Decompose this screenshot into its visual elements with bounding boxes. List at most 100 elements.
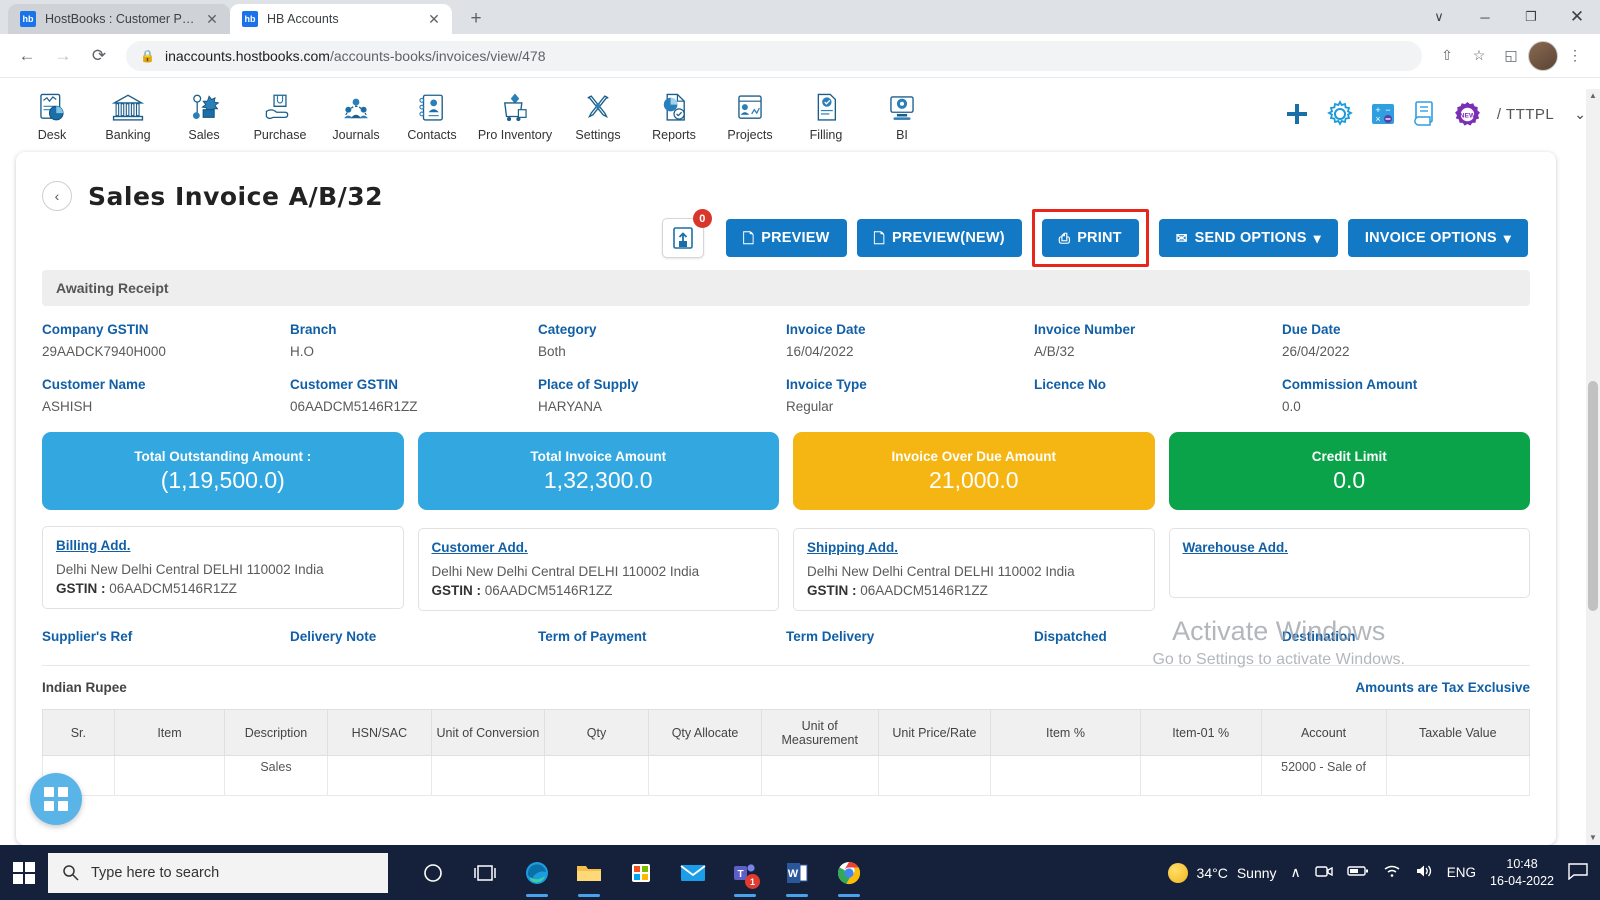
share-icon[interactable]: ⇧ <box>1432 41 1462 71</box>
address-title[interactable]: Customer Add. <box>432 540 766 555</box>
file-explorer-icon[interactable] <box>566 845 612 900</box>
bookmark-star-icon[interactable]: ☆ <box>1464 41 1494 71</box>
nav-item-filling[interactable]: Filling <box>788 87 864 142</box>
scrollbar-thumb[interactable] <box>1588 381 1598 611</box>
task-view-icon[interactable] <box>462 845 508 900</box>
windows-start-icon <box>13 861 35 884</box>
preview-button[interactable]: 🗋 PREVIEW <box>725 219 847 257</box>
sales-icon <box>192 94 220 119</box>
notes-icon[interactable] <box>1412 100 1438 128</box>
grid-menu-fab[interactable] <box>30 773 82 825</box>
browser-tab-hb-accounts[interactable]: hb HB Accounts ✕ <box>230 4 452 34</box>
chrome-menu-icon[interactable]: ⋮ <box>1560 41 1590 71</box>
nav-item-sales[interactable]: Sales <box>166 87 242 142</box>
address-title[interactable]: Shipping Add. <box>807 540 1141 555</box>
language-indicator[interactable]: ENG <box>1447 865 1476 880</box>
col-qty-allocate[interactable]: Qty Allocate <box>648 709 762 756</box>
show-hidden-icons-chevron[interactable]: ∧ <box>1291 864 1301 881</box>
col-item[interactable]: Item <box>113 709 226 756</box>
col-item-percent[interactable]: Item % <box>990 709 1141 756</box>
volume-icon[interactable] <box>1415 863 1433 882</box>
forward-icon[interactable]: → <box>46 39 80 73</box>
minimize-button[interactable]: ─ <box>1462 0 1508 34</box>
gear-icon[interactable] <box>1326 100 1354 128</box>
preview-button-label: PREVIEW <box>761 230 830 246</box>
col-description[interactable]: Description <box>224 709 328 756</box>
col-hsn-sac[interactable]: HSN/SAC <box>326 709 433 756</box>
organization-name[interactable]: / TTTPL <box>1497 106 1554 123</box>
tab-search-icon[interactable]: ∨ <box>1416 0 1462 34</box>
mail-icon[interactable] <box>670 845 716 900</box>
nav-item-settings[interactable]: Settings <box>560 87 636 142</box>
nav-item-banking[interactable]: Banking <box>90 87 166 142</box>
chrome-icon[interactable] <box>826 845 872 900</box>
col-unit-of-conversion[interactable]: Unit of Conversion <box>431 709 545 756</box>
field-value: H.O <box>290 344 315 359</box>
gstin-value: 06AADCM5146R1ZZ <box>109 581 237 596</box>
taskbar-search-input[interactable]: Type here to search <box>48 852 388 893</box>
send-options-button[interactable]: ✉ SEND OPTIONS ▾ <box>1158 219 1338 257</box>
notification-icon[interactable] <box>1568 862 1588 883</box>
cortana-icon[interactable] <box>410 845 456 900</box>
microsoft-store-icon[interactable] <box>618 845 664 900</box>
cell-qty-allocate <box>648 755 762 796</box>
field-term-of-payment: Term of Payment <box>538 629 786 651</box>
plus-icon[interactable] <box>1284 101 1310 127</box>
avatar[interactable] <box>1528 40 1558 71</box>
chevron-down-icon[interactable]: ⌄ <box>1574 106 1586 123</box>
col-unit-price-rate[interactable]: Unit Price/Rate <box>877 709 992 756</box>
new-badge-icon[interactable]: NEW <box>1454 101 1481 128</box>
address-title[interactable]: Warehouse Add. <box>1183 540 1517 555</box>
address-bar[interactable]: 🔒 inaccounts.hostbooks.com/accounts-book… <box>126 40 1422 71</box>
teams-icon[interactable]: T 1 <box>722 845 768 900</box>
col-sr[interactable]: Sr. <box>42 709 115 756</box>
col-account[interactable]: Account <box>1260 709 1387 756</box>
nav-item-reports[interactable]: Reports <box>636 87 712 142</box>
side-panel-icon[interactable]: ◱ <box>1496 41 1526 71</box>
back-icon[interactable]: ← <box>10 39 44 73</box>
taskbar-clock[interactable]: 10:48 16-04-2022 <box>1490 856 1554 890</box>
col-unit-of-measurement[interactable]: Unit of Measurement <box>760 709 879 756</box>
word-icon[interactable]: W <box>774 845 820 900</box>
field-branch: Branch H.O <box>290 322 538 359</box>
back-button[interactable]: ‹ <box>42 181 72 211</box>
windows-start-button[interactable] <box>0 845 48 900</box>
nav-item-pro-inventory[interactable]: Pro Inventory <box>470 87 560 142</box>
tab-title: HostBooks : Customer Portal <box>45 12 195 26</box>
col-item-01-percent[interactable]: Item-01 % <box>1139 709 1262 756</box>
nav-item-journals[interactable]: Journals <box>318 87 394 142</box>
attachment-upload[interactable]: 0 <box>661 209 712 258</box>
camera-icon[interactable] <box>1315 863 1333 882</box>
edge-icon[interactable] <box>514 845 560 900</box>
nav-item-contacts[interactable]: Contacts <box>394 87 470 142</box>
tab-close-icon[interactable]: ✕ <box>426 11 442 28</box>
battery-icon[interactable] <box>1347 864 1369 881</box>
calculator-icon[interactable]: + − × <box>1370 101 1396 127</box>
col-taxable-value[interactable]: Taxable Value <box>1385 709 1531 756</box>
address-title[interactable]: Billing Add. <box>56 538 390 553</box>
nav-item-desk[interactable]: Desk <box>14 87 90 142</box>
weather-widget[interactable]: 34°C Sunny <box>1167 862 1277 883</box>
print-button[interactable]: ⎙ PRINT <box>1041 219 1139 257</box>
scroll-down-arrow[interactable]: ▼ <box>1586 831 1600 845</box>
browser-tab-customer-portal[interactable]: hb HostBooks : Customer Portal ✕ <box>8 4 230 34</box>
reload-icon[interactable]: ⟳ <box>82 39 116 73</box>
scroll-up-arrow[interactable]: ▲ <box>1586 89 1600 103</box>
field-value: ASHISH <box>42 399 93 414</box>
maximize-button[interactable]: ❐ <box>1508 0 1554 34</box>
close-window-button[interactable]: ✕ <box>1554 0 1600 34</box>
new-tab-button[interactable]: + <box>462 8 490 30</box>
wifi-icon[interactable] <box>1383 864 1401 881</box>
preview-new-button[interactable]: 🗋 PREVIEW(NEW) <box>856 219 1022 257</box>
tab-close-icon[interactable]: ✕ <box>204 11 220 28</box>
field-label: Delivery Note <box>290 629 377 644</box>
nav-item-projects[interactable]: Projects <box>712 87 788 142</box>
page-scrollbar[interactable]: ▲ ▼ <box>1586 89 1600 845</box>
nav-item-bi[interactable]: BI <box>864 87 940 142</box>
nav-item-purchase[interactable]: Purchase <box>242 87 318 142</box>
address-customer: Customer Add. Delhi New Delhi Central DE… <box>417 528 779 611</box>
col-qty[interactable]: Qty <box>543 709 650 756</box>
invoice-options-button[interactable]: INVOICE OPTIONS ▾ <box>1347 219 1528 257</box>
table-row[interactable]: Sales 52000 - Sale of <box>42 755 1531 796</box>
nav-label: Sales <box>188 127 220 142</box>
